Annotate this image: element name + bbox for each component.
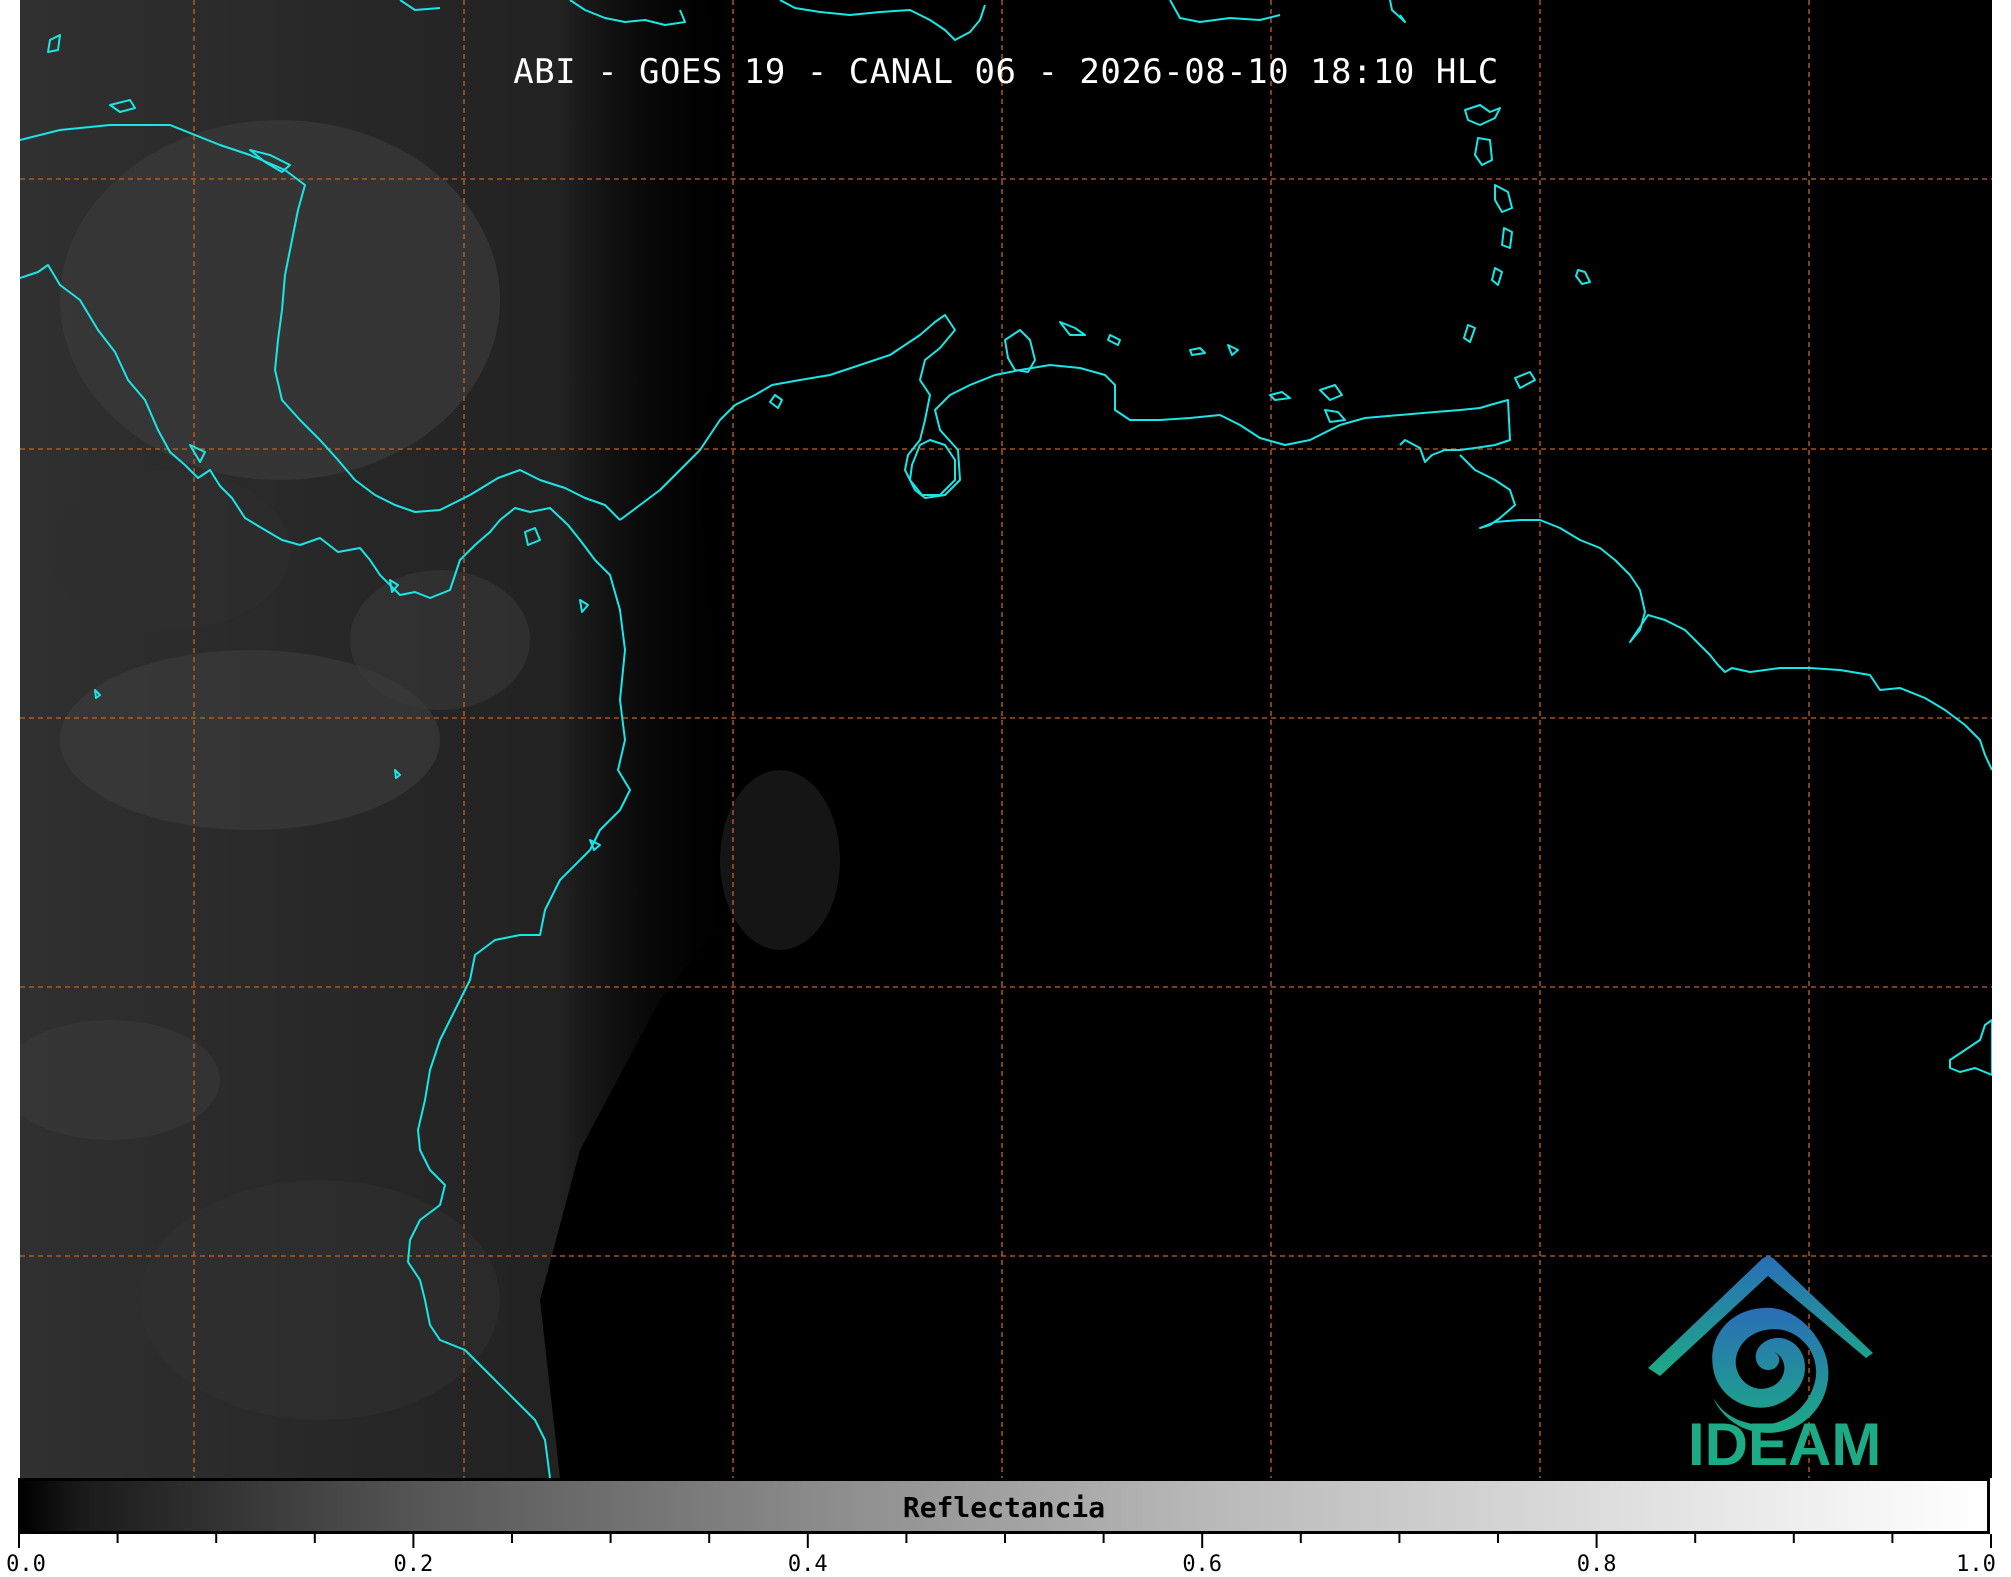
ideam-logo-text: IDEAM [1688,1411,1882,1478]
colorbar: Reflectancia [18,1478,1990,1534]
colorbar-tick-label: 0.6 [1182,1552,1223,1577]
colorbar-label: Reflectancia [902,1491,1106,1524]
colorbar-tick-label: 1.0 [1956,1552,1996,1577]
image-title: ABI - GOES 19 - CANAL 06 - 2026-08-10 18… [513,52,1499,92]
colorbar-tick-label: 0.8 [1576,1552,1617,1577]
colorbar-tick-label: 0.4 [787,1552,828,1577]
colorbar-tick-label: 0.0 [6,1552,46,1577]
colorbar-tick-label: 0.2 [393,1552,434,1577]
colorbar-tick-marks [18,1534,1992,1548]
colorbar-ticks: 0.0 0.2 0.4 0.6 0.8 1.0 [6,1534,1996,1577]
